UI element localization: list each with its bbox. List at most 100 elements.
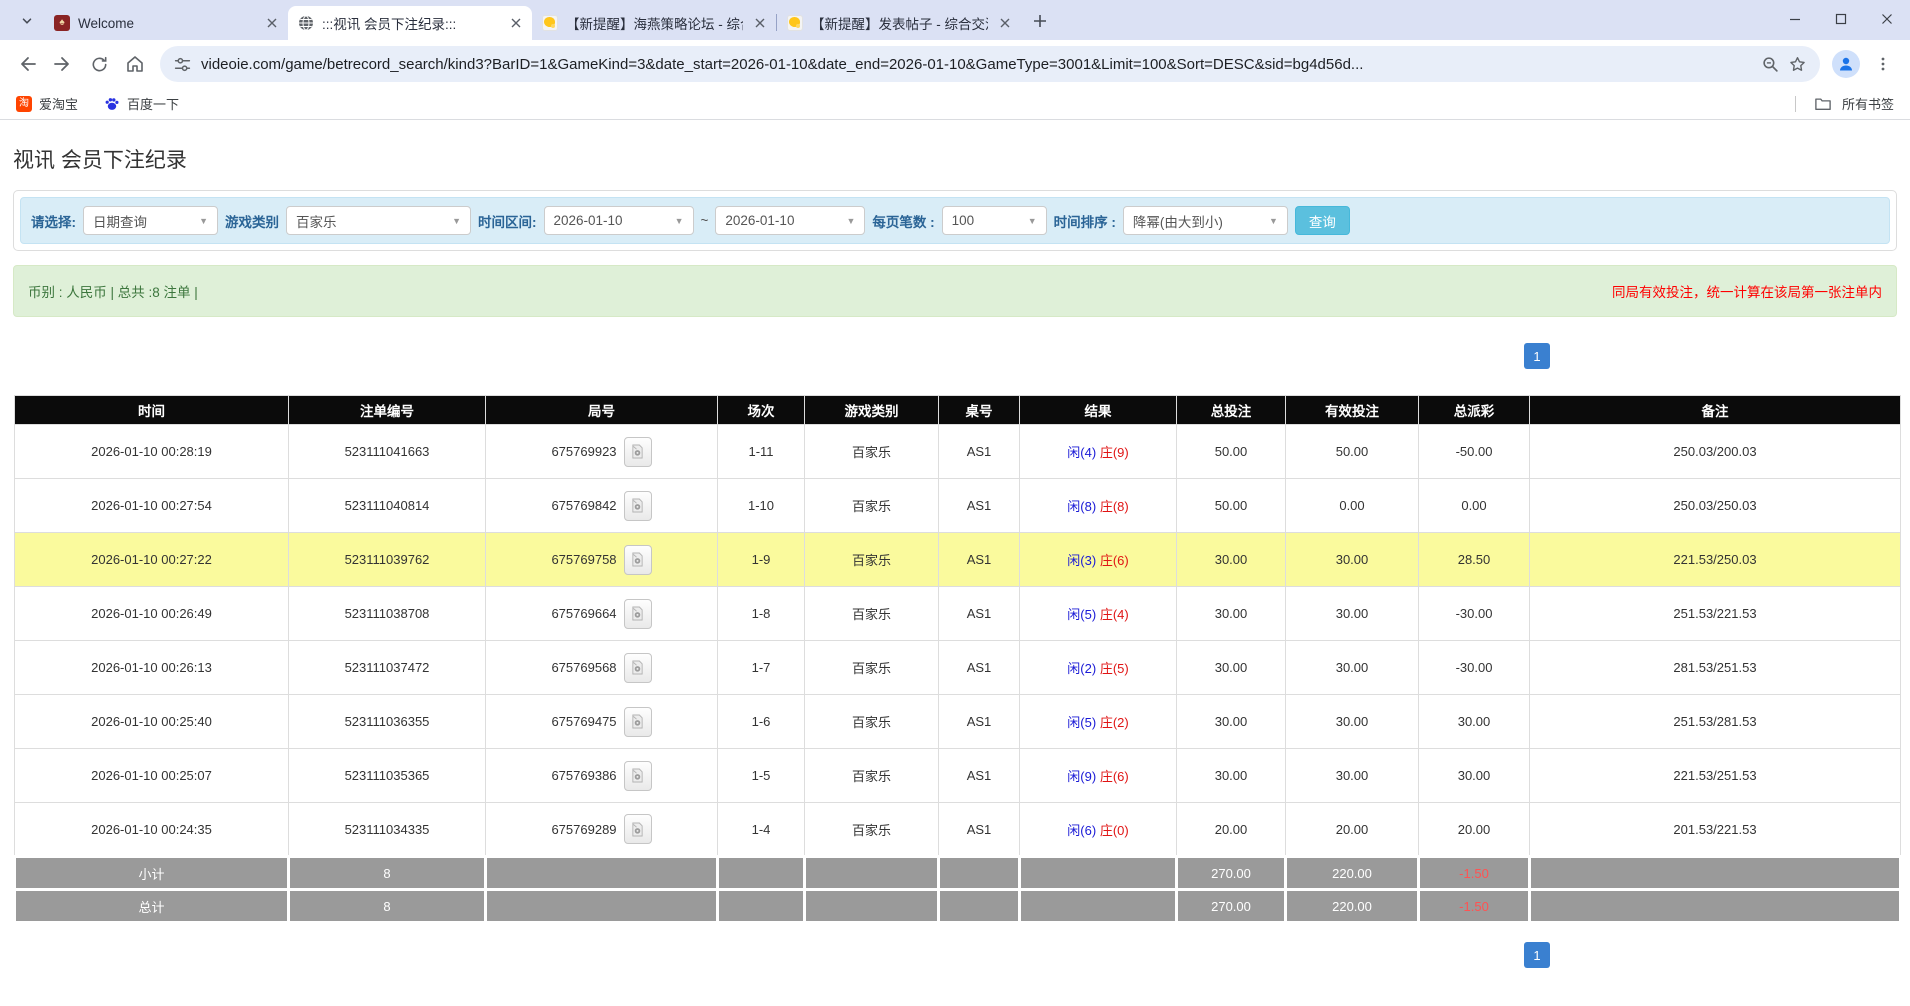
round-number: 675769475 xyxy=(551,714,616,729)
cell-total-bet[interactable]: 50.00 xyxy=(1177,425,1286,479)
pagination-bottom: 1 xyxy=(0,942,1550,968)
browser-tab-forum[interactable]: 【新提醒】海燕策略论坛 - 综合 xyxy=(532,6,776,40)
video-replay-button[interactable] xyxy=(624,545,652,575)
url-bar[interactable]: videoie.com/game/betrecord_search/kind3?… xyxy=(160,46,1820,82)
column-header: 总投注 xyxy=(1177,396,1286,425)
browser-tab-welcome[interactable]: ♠ Welcome xyxy=(44,6,288,40)
caret-down-icon: ▼ xyxy=(452,216,461,226)
table-row: 2026-01-10 00:27:54523111040814675769842… xyxy=(15,479,1901,533)
cell-payout: 0.00 xyxy=(1419,479,1530,533)
site-info-icon[interactable] xyxy=(174,56,191,73)
table-row: 2026-01-10 00:26:49523111038708675769664… xyxy=(15,587,1901,641)
bookmark-baidu[interactable]: 百度一下 xyxy=(104,94,179,113)
maximize-button[interactable] xyxy=(1818,0,1864,38)
new-tab-button[interactable] xyxy=(1027,8,1053,34)
search-button[interactable]: 查询 xyxy=(1295,206,1350,235)
video-record-icon xyxy=(631,498,644,513)
reload-icon xyxy=(90,55,109,74)
browser-tab-bet-records[interactable]: :::视讯 会员下注纪录::: xyxy=(288,6,532,40)
cell-bet-id: 523111035365 xyxy=(289,749,486,803)
video-replay-button[interactable] xyxy=(624,653,652,683)
close-window-button[interactable] xyxy=(1864,0,1910,38)
reload-button[interactable] xyxy=(82,47,116,81)
date-start-select[interactable]: 2026-01-10▼ xyxy=(544,206,694,235)
video-replay-button[interactable] xyxy=(624,437,652,467)
cell-table-number: AS1 xyxy=(939,425,1020,479)
result-banker: 庄(6) xyxy=(1100,769,1129,784)
cell-time: 2026-01-10 00:25:40 xyxy=(15,695,289,749)
date-end-select[interactable]: 2026-01-10▼ xyxy=(715,206,865,235)
cell-table-number: AS1 xyxy=(939,641,1020,695)
video-replay-button[interactable] xyxy=(624,491,652,521)
column-header: 桌号 xyxy=(939,396,1020,425)
valid-bet-notice-text: 同局有效投注，统一计算在该局第一张注单内 xyxy=(1612,281,1882,301)
cell-table-number: AS1 xyxy=(939,695,1020,749)
cell-round-id: 675769568 xyxy=(486,641,718,695)
cell-total-bet[interactable]: 30.00 xyxy=(1177,641,1286,695)
cell-total-bet[interactable]: 30.00 xyxy=(1177,749,1286,803)
bookmark-taobao[interactable]: 淘 爱淘宝 xyxy=(16,94,78,113)
game-type-select[interactable]: 百家乐▼ xyxy=(286,206,471,235)
home-button[interactable] xyxy=(118,47,152,81)
cell-result: 闲(9) 庄(6) xyxy=(1020,749,1177,803)
cell-time: 2026-01-10 00:26:13 xyxy=(15,641,289,695)
video-record-icon xyxy=(631,552,644,567)
summary-empty-cell xyxy=(1530,857,1901,890)
query-type-select[interactable]: 日期查询▼ xyxy=(83,206,218,235)
page-number-button[interactable]: 1 xyxy=(1524,942,1550,968)
all-bookmarks[interactable]: 所有书签 xyxy=(1795,94,1894,113)
bookmark-star-icon[interactable] xyxy=(1789,56,1806,73)
zoom-level-icon[interactable] xyxy=(1762,56,1779,73)
round-number: 675769289 xyxy=(551,822,616,837)
summary-empty-cell xyxy=(486,857,718,890)
back-button[interactable] xyxy=(10,47,44,81)
page-number-button[interactable]: 1 xyxy=(1524,343,1550,369)
page-title: 视讯 会员下注纪录 xyxy=(13,144,1910,174)
cell-total-bet[interactable]: 30.00 xyxy=(1177,587,1286,641)
cell-total-bet[interactable]: 50.00 xyxy=(1177,479,1286,533)
tab-close-icon[interactable] xyxy=(263,15,280,32)
column-header: 总派彩 xyxy=(1419,396,1530,425)
minimize-button[interactable] xyxy=(1772,0,1818,38)
cell-session: 1-11 xyxy=(718,425,805,479)
table-row: 2026-01-10 00:25:40523111036355675769475… xyxy=(15,695,1901,749)
forward-button[interactable] xyxy=(46,47,80,81)
tab-close-icon[interactable] xyxy=(996,15,1013,32)
tab-close-icon[interactable] xyxy=(751,15,768,32)
cell-valid-bet: 20.00 xyxy=(1286,803,1419,857)
maximize-icon xyxy=(1835,13,1847,25)
video-record-icon xyxy=(631,606,644,621)
url-text[interactable]: videoie.com/game/betrecord_search/kind3?… xyxy=(201,56,1752,73)
result-banker: 庄(9) xyxy=(1100,445,1129,460)
cell-table-number: AS1 xyxy=(939,587,1020,641)
video-replay-button[interactable] xyxy=(624,814,652,844)
tab-search-button[interactable] xyxy=(14,8,40,34)
profile-avatar[interactable] xyxy=(1832,50,1860,78)
filter-panel: 请选择: 日期查询▼ 游戏类别 百家乐▼ 时间区间: 2026-01-10▼ ~… xyxy=(20,197,1890,244)
tab-close-icon[interactable] xyxy=(507,15,524,32)
cell-session: 1-9 xyxy=(718,533,805,587)
cell-total-bet[interactable]: 30.00 xyxy=(1177,533,1286,587)
chevron-down-icon xyxy=(20,14,34,28)
person-icon xyxy=(1837,55,1855,73)
cell-payout: 30.00 xyxy=(1419,749,1530,803)
browser-tab-post[interactable]: 【新提醒】发表帖子 - 综合交流 xyxy=(777,6,1021,40)
column-header: 时间 xyxy=(15,396,289,425)
folder-icon xyxy=(1814,96,1832,112)
tab-title: 【新提醒】海燕策略论坛 - 综合 xyxy=(566,13,743,33)
cell-bet-id: 523111040814 xyxy=(289,479,486,533)
page-size-select[interactable]: 100▼ xyxy=(942,206,1047,235)
cell-total-bet[interactable]: 30.00 xyxy=(1177,695,1286,749)
browser-menu-button[interactable] xyxy=(1866,47,1900,81)
cell-total-bet[interactable]: 20.00 xyxy=(1177,803,1286,857)
video-replay-button[interactable] xyxy=(624,761,652,791)
summary-empty-cell xyxy=(1530,890,1901,923)
cell-valid-bet: 0.00 xyxy=(1286,479,1419,533)
cell-valid-bet: 30.00 xyxy=(1286,641,1419,695)
result-banker: 庄(0) xyxy=(1100,823,1129,838)
cell-game-type: 百家乐 xyxy=(805,533,939,587)
video-replay-button[interactable] xyxy=(624,599,652,629)
sort-select[interactable]: 降幂(由大到小)▼ xyxy=(1123,206,1288,235)
caret-down-icon: ▼ xyxy=(1028,216,1037,226)
video-replay-button[interactable] xyxy=(624,707,652,737)
